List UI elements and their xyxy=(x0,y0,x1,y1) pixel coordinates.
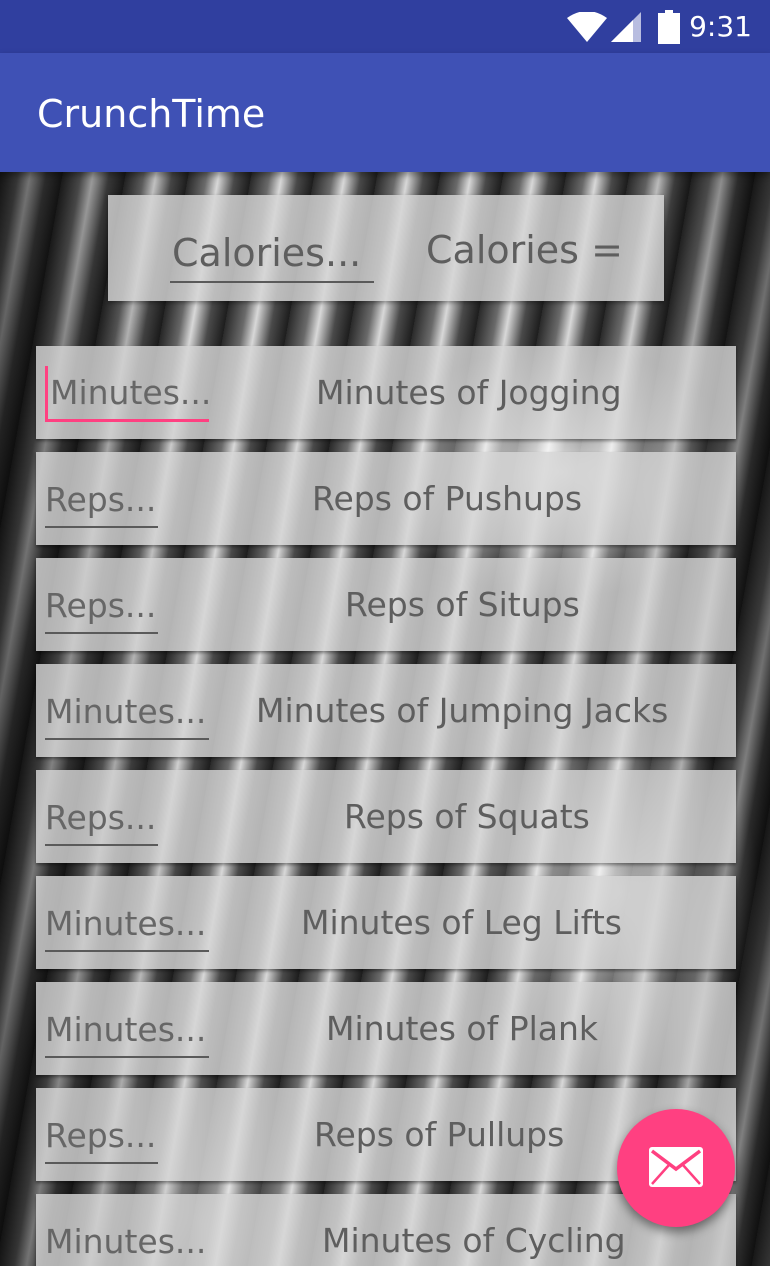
screen: 9:31 CrunchTime Calories = Minutes of Jo… xyxy=(0,0,770,1266)
battery-icon xyxy=(658,10,680,44)
squats-label: Reps of Squats xyxy=(344,797,590,836)
cycling-label: Minutes of Cycling xyxy=(322,1221,626,1260)
cell-signal-icon xyxy=(611,12,641,42)
status-bar: 9:31 xyxy=(0,0,770,53)
pushups-reps-input[interactable] xyxy=(45,472,158,528)
exercise-row-jumping-jacks: Minutes of Jumping Jacks xyxy=(36,664,736,757)
pushups-label: Reps of Pushups xyxy=(312,479,583,518)
email-fab-button[interactable] xyxy=(617,1109,735,1227)
exercise-row-leg-lifts: Minutes of Leg Lifts xyxy=(36,876,736,969)
jumping-jacks-label: Minutes of Jumping Jacks xyxy=(256,691,669,730)
exercise-row-plank: Minutes of Plank xyxy=(36,982,736,1075)
wifi-icon xyxy=(567,12,607,42)
plank-label: Minutes of Plank xyxy=(326,1009,599,1048)
exercise-row-situps: Reps of Situps xyxy=(36,558,736,651)
pullups-label: Reps of Pullups xyxy=(314,1115,565,1154)
situps-reps-input[interactable] xyxy=(45,578,158,634)
leg-lifts-minutes-input[interactable] xyxy=(45,896,209,952)
jogging-label: Minutes of Jogging xyxy=(316,373,622,412)
squats-reps-input[interactable] xyxy=(45,790,158,846)
calories-card: Calories = xyxy=(108,195,664,301)
app-bar: CrunchTime xyxy=(0,53,770,172)
exercise-row-pushups: Reps of Pushups xyxy=(36,452,736,545)
exercise-row-squats: Reps of Squats xyxy=(36,770,736,863)
exercise-row-jogging: Minutes of Jogging xyxy=(36,346,736,439)
status-time: 9:31 xyxy=(689,10,752,43)
plank-minutes-input[interactable] xyxy=(45,1002,209,1058)
jogging-minutes-input[interactable] xyxy=(45,366,209,422)
calories-result: Calories = xyxy=(426,228,623,272)
app-title: CrunchTime xyxy=(37,92,266,136)
cycling-minutes-input[interactable] xyxy=(45,1214,209,1266)
calories-input[interactable] xyxy=(170,225,374,283)
situps-label: Reps of Situps xyxy=(345,585,580,624)
pullups-reps-input[interactable] xyxy=(45,1108,158,1164)
leg-lifts-label: Minutes of Leg Lifts xyxy=(301,903,622,942)
email-icon xyxy=(649,1147,703,1187)
jumping-jacks-minutes-input[interactable] xyxy=(45,684,209,740)
